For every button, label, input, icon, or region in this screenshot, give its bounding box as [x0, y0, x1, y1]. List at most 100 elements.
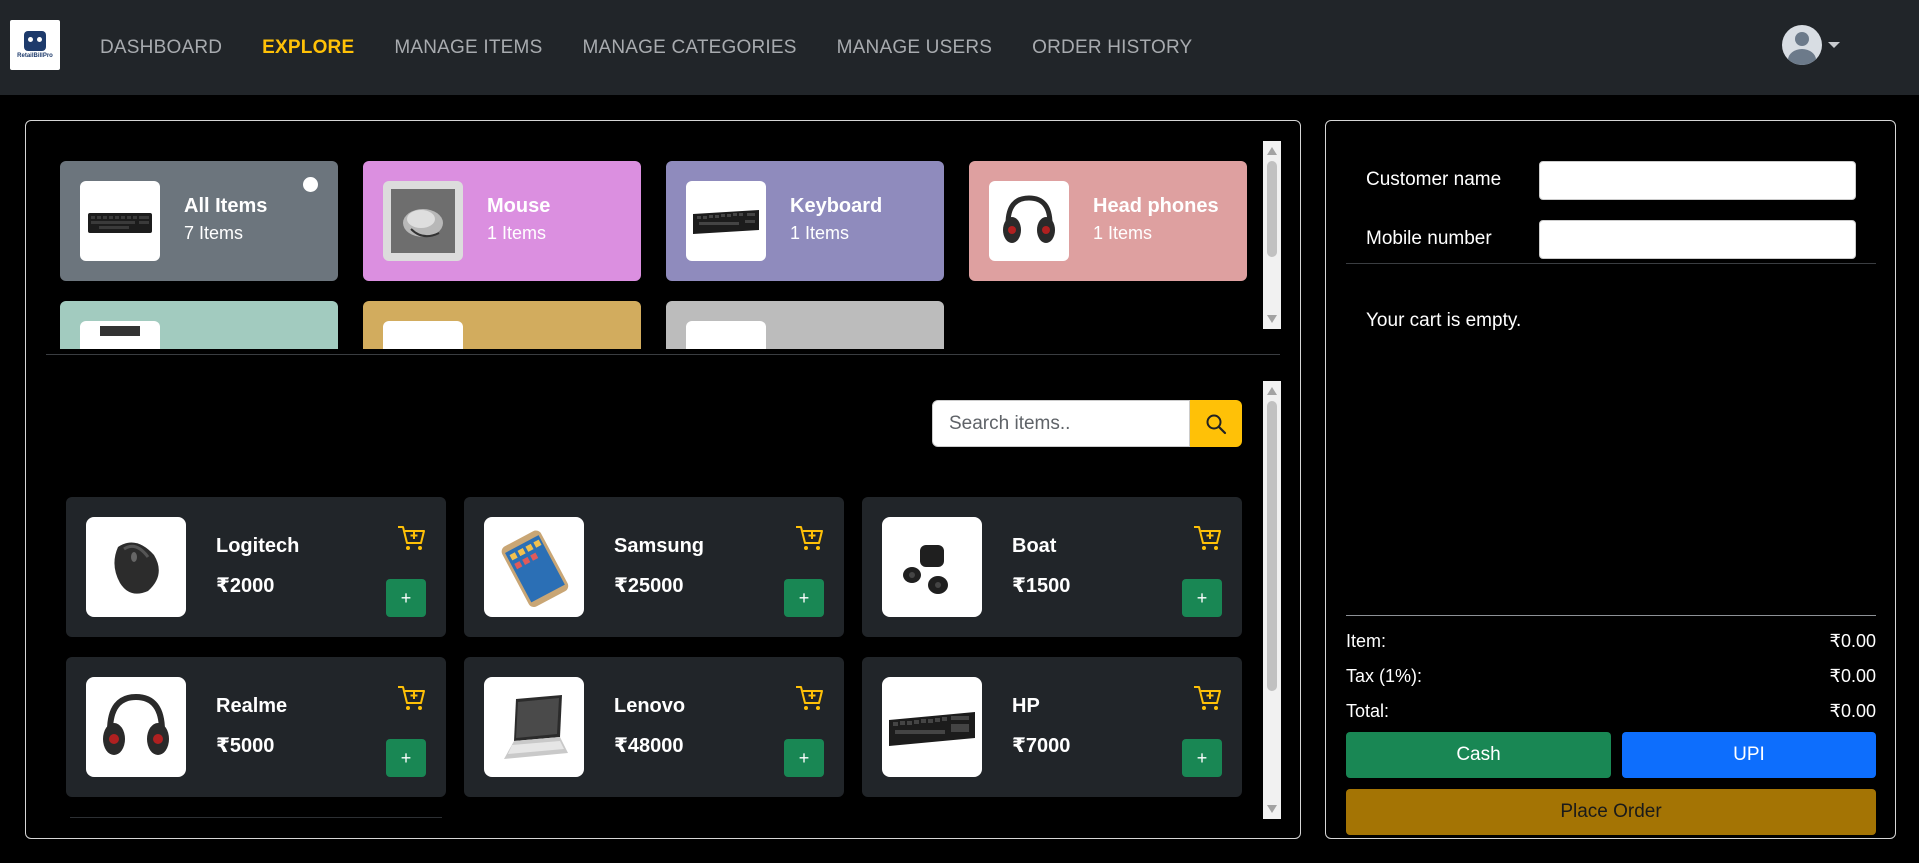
laptop-icon [484, 677, 584, 777]
mobile-number-label: Mobile number [1366, 228, 1492, 249]
nav-manage-categories[interactable]: MANAGE CATEGORIES [582, 37, 796, 59]
mouse-icon [383, 181, 463, 261]
item-card-lenovo: Lenovo ₹48000 + [464, 657, 844, 797]
cart-panel: Customer name Mobile number Your cart is… [1325, 120, 1896, 839]
cart-plus-icon [396, 683, 426, 718]
add-to-cart-button[interactable]: + [1182, 739, 1222, 777]
keyboard-icon [882, 677, 982, 777]
cart-plus-icon [794, 523, 824, 558]
nav-manage-users[interactable]: MANAGE USERS [837, 37, 993, 59]
form-divider [1346, 263, 1876, 264]
nav-explore[interactable]: EXPLORE [262, 37, 354, 59]
earbuds-icon [882, 517, 982, 617]
mobile-number-input[interactable] [1539, 220, 1856, 259]
summary-tax-label: Tax (1%): [1346, 666, 1423, 686]
scrollbar-thumb[interactable] [1267, 161, 1277, 257]
scrollbar-thumb[interactable] [1267, 401, 1277, 691]
item-price: ₹7000 [1012, 735, 1071, 757]
item-name: HP [1012, 695, 1040, 717]
item-card-logitech: Logitech ₹2000 + [66, 497, 446, 637]
cart-plus-icon [1192, 523, 1222, 558]
summary-tax-value: ₹0.00 [1829, 666, 1877, 686]
cart-plus-icon [794, 683, 824, 718]
nav-links: DASHBOARD EXPLORE MANAGE ITEMS MANAGE CA… [100, 0, 1232, 95]
category-count: 1 Items [487, 223, 547, 243]
item-price: ₹48000 [614, 735, 684, 757]
search-input[interactable] [932, 400, 1190, 447]
category-card-all-items[interactable]: All Items 7 Items [60, 161, 338, 281]
summary-total-value: ₹0.00 [1829, 701, 1877, 721]
item-price: ₹25000 [614, 575, 684, 597]
category-card-keyboard[interactable]: Keyboard 1 Items [666, 161, 944, 281]
category-card-mouse[interactable]: Mouse 1 Items [363, 161, 641, 281]
summary-item-label: Item: [1346, 631, 1387, 651]
add-to-cart-button[interactable]: + [1182, 579, 1222, 617]
scroll-down-icon[interactable] [1267, 315, 1277, 323]
item-card-realme: Realme ₹5000 + [66, 657, 446, 797]
search-icon [1206, 414, 1227, 434]
item-name: Lenovo [614, 695, 686, 717]
add-to-cart-button[interactable]: + [386, 739, 426, 777]
item-card-hp: HP ₹7000 + [862, 657, 1242, 797]
summary-total-label: Total: [1346, 701, 1390, 721]
item-name: Logitech [216, 535, 300, 557]
category-card-phone[interactable] [363, 301, 641, 349]
cart-empty-message: Your cart is empty. [1366, 310, 1522, 331]
scroll-up-icon[interactable] [1267, 387, 1277, 395]
items-scrollbar[interactable] [1263, 381, 1281, 819]
keyboard-icon [686, 181, 766, 261]
category-name: All Items [184, 195, 268, 217]
robot-logo-icon [24, 31, 46, 51]
add-to-cart-button[interactable]: + [784, 579, 824, 617]
item-price: ₹2000 [216, 575, 275, 597]
explore-panel: All Items 7 Items Mouse 1 Items Keyboard… [25, 120, 1301, 839]
item-card-boat: Boat ₹1500 + [862, 497, 1242, 637]
summary-total-row: Total: ₹0.00 [1346, 701, 1876, 722]
customer-name-input[interactable] [1539, 161, 1856, 200]
scroll-up-icon[interactable] [1267, 147, 1277, 155]
cart-plus-icon [396, 523, 426, 558]
logo-brand-text: RetailBillPro [17, 53, 53, 59]
add-to-cart-button[interactable]: + [386, 579, 426, 617]
phone-icon [484, 517, 584, 617]
app-logo[interactable]: RetailBillPro [10, 20, 60, 70]
scroll-down-icon[interactable] [1267, 805, 1277, 813]
cart-plus-icon [1192, 683, 1222, 718]
keyboard-icon [80, 181, 160, 261]
search-button[interactable] [1190, 400, 1242, 447]
category-card-laptop[interactable] [60, 301, 338, 349]
category-scrollbar[interactable] [1263, 141, 1281, 329]
headphones-icon [989, 181, 1069, 261]
mouse-icon [86, 517, 186, 617]
summary-divider [1346, 615, 1876, 616]
summary-tax-row: Tax (1%): ₹0.00 [1346, 666, 1876, 687]
selected-indicator [303, 177, 318, 192]
user-menu[interactable] [1782, 25, 1840, 65]
item-name: Boat [1012, 535, 1057, 557]
item-name: Samsung [614, 535, 705, 557]
phone-icon [383, 321, 463, 349]
top-navbar: RetailBillPro DASHBOARD EXPLORE MANAGE I… [0, 0, 1919, 95]
category-list: All Items 7 Items Mouse 1 Items Keyboard… [60, 161, 1280, 349]
nav-dashboard[interactable]: DASHBOARD [100, 37, 222, 59]
nav-order-history[interactable]: ORDER HISTORY [1032, 37, 1192, 59]
place-order-button[interactable]: Place Order [1346, 789, 1876, 835]
laptop-icon [80, 321, 160, 349]
category-name: Head phones [1093, 195, 1219, 217]
summary-item-value: ₹0.00 [1829, 631, 1877, 651]
nav-manage-items[interactable]: MANAGE ITEMS [394, 37, 542, 59]
item-name: Realme [216, 695, 288, 717]
category-card-head-phones[interactable]: Head phones 1 Items [969, 161, 1247, 281]
item-card-samsung: Samsung ₹25000 + [464, 497, 844, 637]
avatar[interactable] [1782, 25, 1822, 65]
item-price: ₹1500 [1012, 575, 1071, 597]
add-to-cart-button[interactable]: + [784, 739, 824, 777]
section-divider [46, 354, 1280, 355]
category-count: 1 Items [1093, 223, 1153, 243]
category-card-earbuds[interactable] [666, 301, 944, 349]
customer-name-label: Customer name [1366, 169, 1502, 190]
cash-button[interactable]: Cash [1346, 732, 1611, 778]
upi-button[interactable]: UPI [1622, 732, 1876, 778]
item-search [932, 400, 1242, 447]
chevron-down-icon[interactable] [1828, 42, 1840, 48]
